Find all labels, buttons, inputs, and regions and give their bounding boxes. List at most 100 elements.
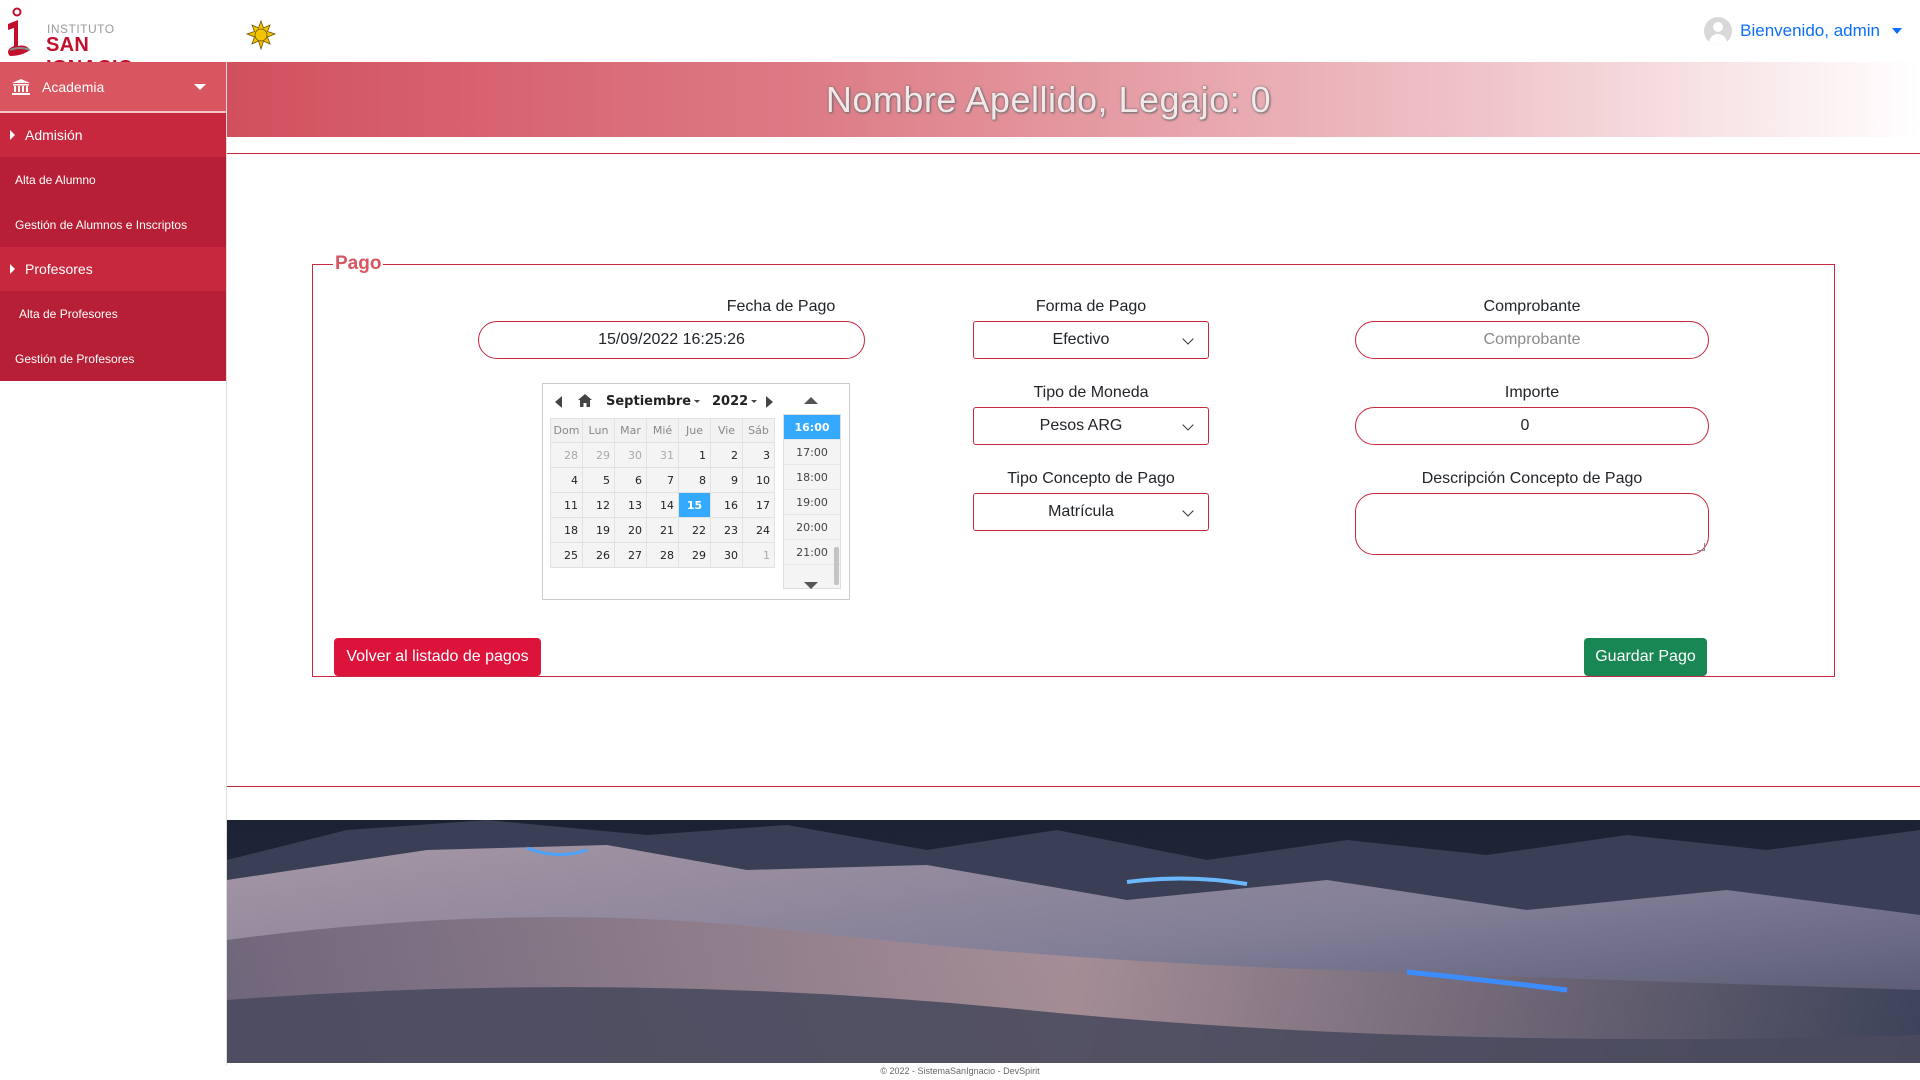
year-label: 2022: [712, 394, 749, 409]
sidebar-group-admision[interactable]: Admisión: [0, 113, 226, 157]
calendar-day[interactable]: 20: [614, 517, 647, 543]
tipo-concepto-select[interactable]: Matrícula: [973, 493, 1209, 531]
importe-label: Importe: [1504, 384, 1560, 401]
calendar-week: 25 26 27 28 29 30 1: [550, 542, 775, 568]
datetime-picker: Septiembre 2022 Dom Lun Mar Mié Jue Vie: [542, 383, 850, 600]
calendar-week: 18 19 20 21 22 23 24: [550, 517, 775, 543]
weekday-label: Vie: [710, 418, 743, 443]
calendar-day[interactable]: 26: [582, 542, 615, 568]
calendar-day[interactable]: 18: [550, 517, 583, 543]
calendar-day[interactable]: 30: [614, 442, 647, 468]
save-payment-button[interactable]: Guardar Pago: [1584, 638, 1707, 676]
sidebar-item-alta-profesores[interactable]: Alta de Profesores: [0, 291, 226, 336]
calendar-day[interactable]: 16: [710, 492, 743, 518]
time-option[interactable]: 19:00: [784, 490, 840, 515]
time-list: 16:00 17:00 18:00 19:00 20:00 21:00: [783, 414, 841, 589]
calendar-day[interactable]: 12: [582, 492, 615, 518]
calendar-day[interactable]: 25: [550, 542, 583, 568]
sidebar-item-alta-alumno[interactable]: Alta de Alumno: [0, 157, 226, 202]
calendar-header: Septiembre 2022: [550, 388, 775, 414]
fecha-pago-input[interactable]: 15/09/2022 16:25:26: [478, 321, 865, 359]
weekday-label: Lun: [582, 418, 615, 443]
calendar-day[interactable]: 8: [678, 467, 711, 493]
year-select[interactable]: 2022: [712, 394, 758, 409]
chevron-down-icon: [1182, 333, 1194, 345]
calendar-day[interactable]: 6: [614, 467, 647, 493]
tipo-moneda-value: Pesos ARG: [1039, 417, 1123, 434]
descripcion-textarea[interactable]: [1355, 493, 1709, 555]
importe-input[interactable]: 0: [1355, 407, 1709, 445]
calendar-day[interactable]: 29: [678, 542, 711, 568]
calendar-day[interactable]: 24: [742, 517, 775, 543]
caret-right-icon: [10, 264, 15, 274]
calendar-day[interactable]: 7: [646, 467, 679, 493]
calendar-day-selected[interactable]: 15: [678, 492, 711, 518]
resize-handle-icon[interactable]: [1697, 543, 1705, 551]
calendar-day[interactable]: 22: [678, 517, 711, 543]
calendar-day[interactable]: 19: [582, 517, 615, 543]
weekday-label: Mié: [646, 418, 679, 443]
payment-legend: Pago: [335, 253, 382, 274]
calendar-day[interactable]: 28: [550, 442, 583, 468]
logo-mark-icon: [8, 7, 31, 56]
mountain-banner-image: [227, 820, 1920, 1063]
weekday-label: Dom: [550, 418, 583, 443]
tipo-moneda-select[interactable]: Pesos ARG: [973, 407, 1209, 445]
calendar-day[interactable]: 9: [710, 467, 743, 493]
institute-logo[interactable]: INSTITUTO SAN IGNACIO: [4, 6, 174, 79]
calendar-day[interactable]: 11: [550, 492, 583, 518]
calendar-day[interactable]: 27: [614, 542, 647, 568]
time-option[interactable]: 18:00: [784, 465, 840, 490]
time-option[interactable]: 20:00: [784, 515, 840, 540]
calendar-day[interactable]: 10: [742, 467, 775, 493]
weekday-row: Dom Lun Mar Mié Jue Vie Sáb: [550, 418, 775, 443]
calendar-day[interactable]: 31: [646, 442, 679, 468]
user-menu[interactable]: Bienvenido, admin: [1704, 16, 1902, 46]
sidebar-item-gestion-alumnos[interactable]: Gestión de Alumnos e Inscriptos: [0, 202, 226, 247]
calendar-day[interactable]: 2: [710, 442, 743, 468]
calendar-day[interactable]: 4: [550, 467, 583, 493]
time-scroll-down-icon[interactable]: [804, 582, 818, 589]
calendar-day[interactable]: 21: [646, 517, 679, 543]
next-month-icon[interactable]: [766, 396, 773, 408]
mountain-illustration: [227, 820, 1920, 1063]
chevron-down-icon: [1182, 505, 1194, 517]
calendar-day[interactable]: 1: [678, 442, 711, 468]
time-scroll-up-icon[interactable]: [783, 388, 841, 414]
time-scrollbar[interactable]: [834, 547, 839, 585]
calendar-day[interactable]: 17: [742, 492, 775, 518]
sidebar-group-label: Profesores: [25, 261, 93, 277]
footer-copyright: © 2022 - SistemaSanIgnacio - DevSpirit: [880, 1066, 1040, 1076]
calendar-day[interactable]: 5: [582, 467, 615, 493]
calendar-day[interactable]: 1: [742, 542, 775, 568]
calendar-day[interactable]: 28: [646, 542, 679, 568]
sidebar-section-label: Academia: [42, 78, 105, 95]
sidebar-section-academia[interactable]: Academia: [0, 62, 226, 113]
sun-icon[interactable]: [246, 20, 276, 50]
sidebar-group-profesores[interactable]: Profesores: [0, 247, 226, 291]
calendar-day[interactable]: 3: [742, 442, 775, 468]
calendar-day[interactable]: 30: [710, 542, 743, 568]
calendar-day[interactable]: 14: [646, 492, 679, 518]
prev-month-icon[interactable]: [555, 396, 562, 408]
calendar-day[interactable]: 13: [614, 492, 647, 518]
avatar: [1704, 17, 1733, 45]
forma-pago-value: Efectivo: [1052, 331, 1110, 348]
calendar-day[interactable]: 23: [710, 517, 743, 543]
chevron-down-icon: [194, 83, 206, 90]
chevron-down-icon: [1182, 419, 1194, 431]
time-option[interactable]: 21:00: [784, 540, 840, 565]
time-option-selected[interactable]: 16:00: [784, 415, 840, 440]
sidebar-item-gestion-profesores[interactable]: Gestión de Profesores: [0, 336, 226, 381]
time-option[interactable]: 17:00: [784, 440, 840, 465]
calendar-day[interactable]: 29: [582, 442, 615, 468]
calendar-week: 28 29 30 31 1 2 3: [550, 442, 775, 468]
back-to-list-button[interactable]: Volver al listado de pagos: [334, 638, 541, 676]
home-icon[interactable]: [578, 394, 592, 407]
tipo-moneda-label: Tipo de Moneda: [1033, 384, 1149, 401]
forma-pago-select[interactable]: Efectivo: [973, 321, 1209, 359]
comprobante-label: Comprobante: [1483, 298, 1581, 315]
weekday-label: Mar: [614, 418, 647, 443]
month-select[interactable]: Septiembre: [606, 394, 701, 409]
comprobante-input[interactable]: Comprobante: [1355, 321, 1709, 359]
